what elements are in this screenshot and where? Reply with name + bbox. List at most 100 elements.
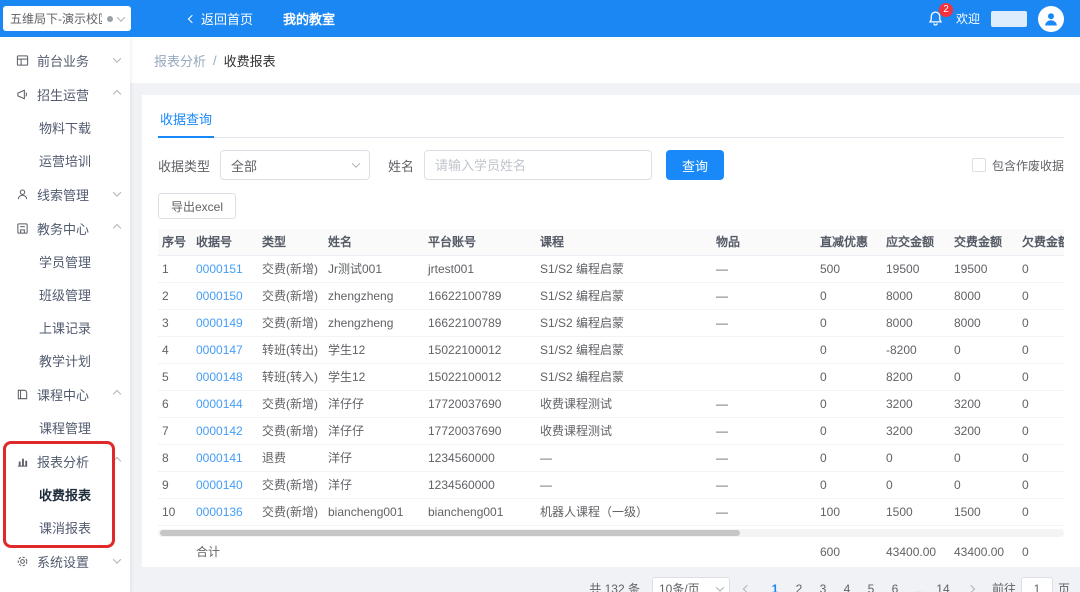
table-cell: 0 [950,444,1018,471]
table-row: 10000151交费(新增)Jr测试001jrtest001S1/S2 编程启蒙… [158,255,1064,282]
table-cell: zhengzheng [324,309,424,336]
chevron-up-icon [113,90,121,98]
receipt-link[interactable]: 0000144 [192,390,258,417]
sidebar-group-label: 课程中心 [37,385,114,404]
sidebar-group-course-center[interactable]: 课程中心 [0,377,130,411]
table-cell: S1/S2 编程启蒙 [536,309,712,336]
receipt-link[interactable]: 0000151 [192,255,258,282]
notifications-button[interactable]: 2 [927,10,945,28]
table-body: 10000151交费(新增)Jr测试001jrtest001S1/S2 编程启蒙… [158,255,1064,525]
layout-icon [15,53,29,67]
goto-page-input[interactable] [1021,577,1053,592]
goto-label: 前往 [992,580,1016,592]
sidebar-group-label: 招生运营 [37,85,114,104]
chevron-down-icon [113,188,121,196]
table-cell: — [712,471,816,498]
table-cell: -8200 [882,336,950,363]
receipt-link[interactable]: 0000136 [192,498,258,525]
student-name-input[interactable] [424,150,652,180]
sidebar-group-report-analysis[interactable]: 报表分析 [0,444,130,478]
table-cell: — [712,498,816,525]
column-header: 交费金额 [950,229,1018,255]
page-number[interactable]: 6 [884,578,906,592]
page-number[interactable]: 4 [836,578,858,592]
sidebar: 前台业务招生运营物料下载运营培训线索管理教务中心学员管理班级管理上课记录教学计划… [0,37,130,592]
receipts-table: 序号收据号类型姓名平台账号课程物品直减优惠应交金额交费金额欠费金额 100001… [158,229,1064,526]
include-void-checkbox-group[interactable]: 包含作废收据 [972,157,1064,174]
sidebar-item[interactable]: 运营培训 [0,144,130,177]
table-header-row: 序号收据号类型姓名平台账号课程物品直减优惠应交金额交费金额欠费金额 [158,229,1064,255]
table-cell: 8200 [882,363,950,390]
avatar[interactable] [1038,6,1064,32]
sidebar-group-leads[interactable]: 线索管理 [0,177,130,211]
sidebar-item[interactable]: 课程管理 [0,411,130,444]
receipt-link[interactable]: 0000142 [192,417,258,444]
page-number[interactable]: 3 [812,578,834,592]
prev-page-button[interactable] [736,578,758,592]
search-button[interactable]: 查询 [666,150,724,180]
sidebar-item[interactable]: 上课记录 [0,311,130,344]
sidebar-group-admissions-ops[interactable]: 招生运营 [0,77,130,111]
campus-select[interactable]: 五维局下-演示校区 [3,6,131,31]
table-cell: 0 [882,444,950,471]
table-cell: 0 [816,336,882,363]
sidebar-item[interactable]: 班级管理 [0,278,130,311]
receipt-link[interactable]: 0000141 [192,444,258,471]
sidebar-group-system-settings[interactable]: 系统设置 [0,544,130,578]
sidebar-group-front-desk[interactable]: 前台业务 [0,43,130,77]
totals-cell: 43400.00 [950,537,1018,567]
table-cell: 1234560000 [424,471,536,498]
table-cell: 转班(转出) [258,336,324,363]
sidebar-group-label: 前台业务 [37,51,114,70]
receipt-link[interactable]: 0000149 [192,309,258,336]
name-label: 姓名 [388,156,414,175]
totals-cell: 43400.00 [882,537,950,567]
receipt-link[interactable]: 0000150 [192,282,258,309]
totals-cell [258,537,324,567]
table-cell: 0 [1018,390,1064,417]
export-excel-button[interactable]: 导出excel [158,193,236,219]
scrollbar-thumb[interactable] [160,530,740,536]
sidebar-item[interactable]: 教学计划 [0,344,130,377]
totals-cell: 600 [816,537,882,567]
table-cell: 2 [158,282,192,309]
page-number[interactable]: 14 [932,578,954,592]
table-cell: 3200 [882,417,950,444]
next-page-button[interactable] [960,578,982,592]
table-cell: 3 [158,309,192,336]
gear-icon [15,554,29,568]
back-home-link[interactable]: 返回首页 [189,9,253,28]
table-cell: 17720037690 [424,417,536,444]
receipt-type-select[interactable]: 全部 [220,150,370,180]
receipt-link[interactable]: 0000147 [192,336,258,363]
my-classroom-link[interactable]: 我的教室 [283,9,335,28]
table-cell: 机器人课程（一级） [536,498,712,525]
breadcrumb-parent[interactable]: 报表分析 [154,51,206,70]
page-numbers: 123456...14 [764,578,954,592]
table-cell: 0 [816,471,882,498]
book-icon [15,387,29,401]
table-cell: 0 [816,444,882,471]
tab-receipt-query[interactable]: 收据查询 [158,103,214,138]
table-cell: 0 [816,390,882,417]
sidebar-item[interactable]: 收费报表 [0,478,130,511]
goto-suffix: 页 [1058,580,1070,592]
sidebar-group-academic-center[interactable]: 教务中心 [0,211,130,245]
column-header: 平台账号 [424,229,536,255]
chevron-right-icon [967,584,975,592]
page-number[interactable]: 5 [860,578,882,592]
page-size-select[interactable]: 10条/页 [652,577,730,592]
page-number[interactable]: 2 [788,578,810,592]
sidebar-item[interactable]: 学员管理 [0,245,130,278]
receipt-link[interactable]: 0000140 [192,471,258,498]
table-cell: — [712,390,816,417]
table-cell: 8000 [882,282,950,309]
chevron-down-icon [352,159,360,167]
receipt-link[interactable]: 0000148 [192,363,258,390]
user-avatar-icon [1042,10,1060,28]
checkbox-icon[interactable] [972,158,986,172]
horizontal-scrollbar[interactable] [158,529,1064,537]
sidebar-item[interactable]: 课消报表 [0,511,130,544]
page-number[interactable]: 1 [764,578,786,592]
sidebar-item[interactable]: 物料下载 [0,111,130,144]
